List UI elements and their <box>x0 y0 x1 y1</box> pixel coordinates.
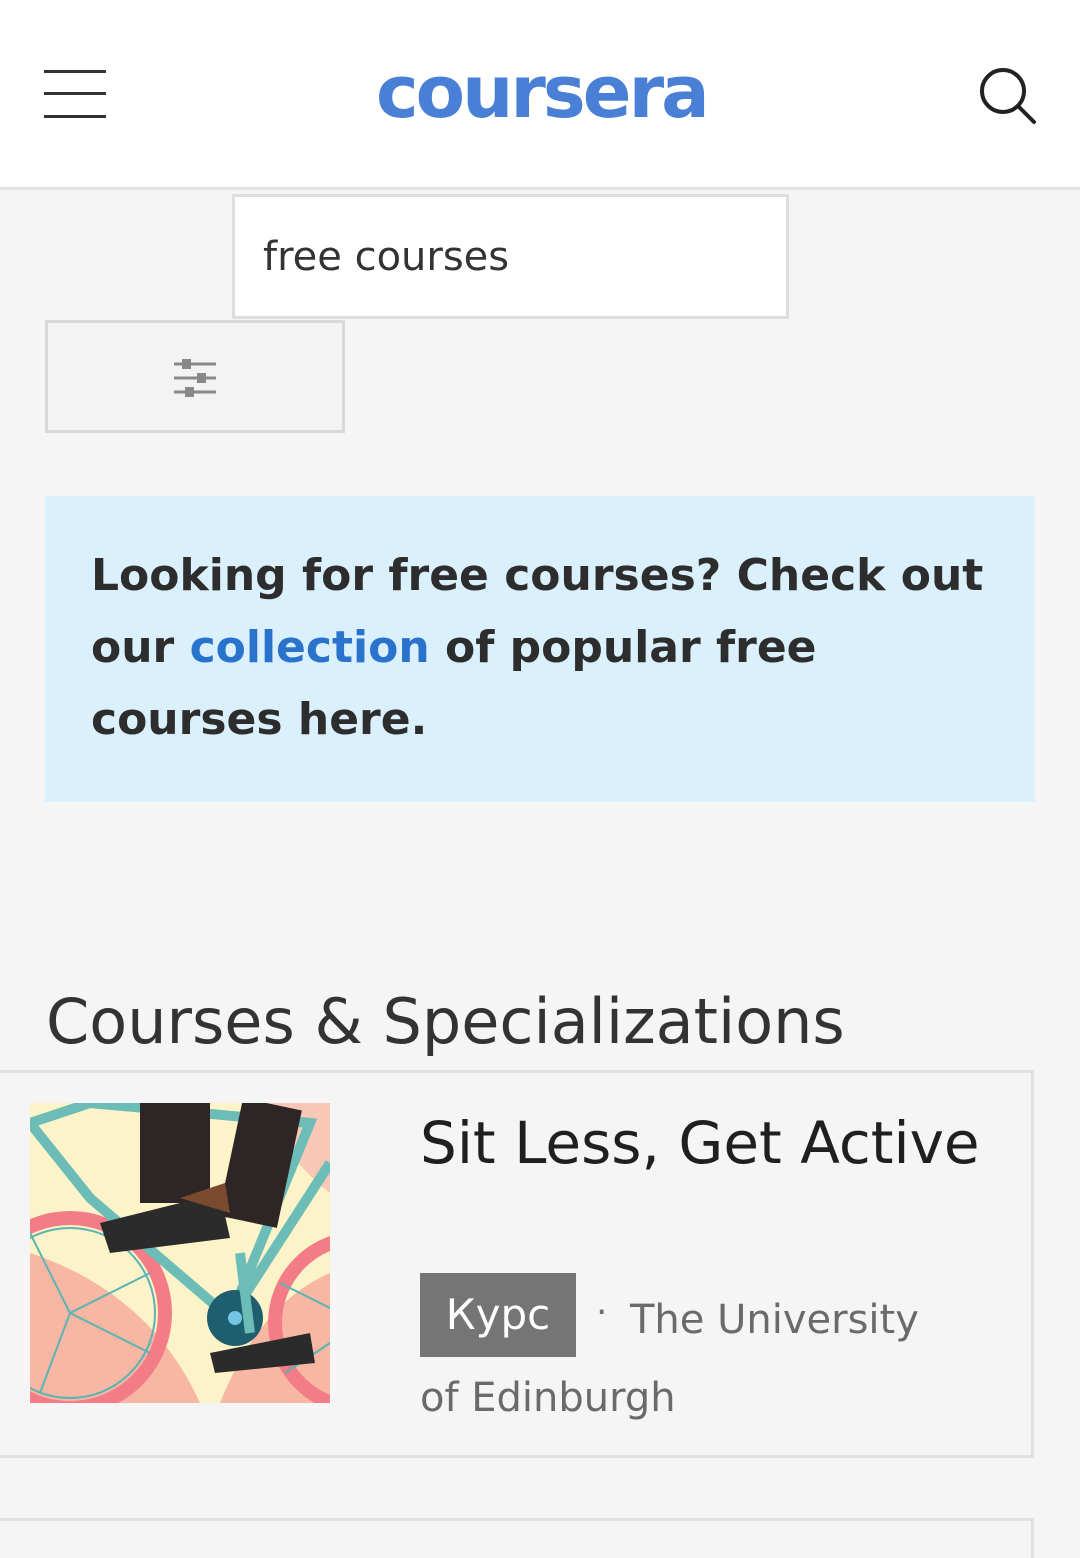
menu-line <box>44 92 106 95</box>
hamburger-menu-icon[interactable] <box>44 68 108 122</box>
course-card[interactable]: Sit Less, Get Active Курс · The Universi… <box>0 1070 1034 1458</box>
course-title[interactable]: Sit Less, Get Active <box>420 1107 980 1179</box>
search-box[interactable] <box>232 194 789 319</box>
free-courses-banner: Looking for free courses? Check out our … <box>45 496 1035 802</box>
search-icon[interactable] <box>976 64 1040 128</box>
course-thumbnail <box>30 1103 330 1403</box>
menu-line <box>44 70 106 73</box>
next-course-card[interactable] <box>0 1518 1034 1558</box>
course-partner: The University of Edinburgh <box>420 1297 919 1421</box>
collection-link[interactable]: collection <box>190 622 430 673</box>
sliders-icon <box>174 359 216 397</box>
menu-line <box>44 115 106 118</box>
coursera-logo[interactable]: coursera <box>376 52 710 132</box>
banner-text: Looking for free courses? Check out our … <box>91 540 1011 756</box>
app-header: coursera <box>0 0 1080 190</box>
search-input[interactable] <box>263 227 743 287</box>
filter-button[interactable] <box>45 320 345 433</box>
section-title: Courses & Specializations <box>46 985 845 1058</box>
